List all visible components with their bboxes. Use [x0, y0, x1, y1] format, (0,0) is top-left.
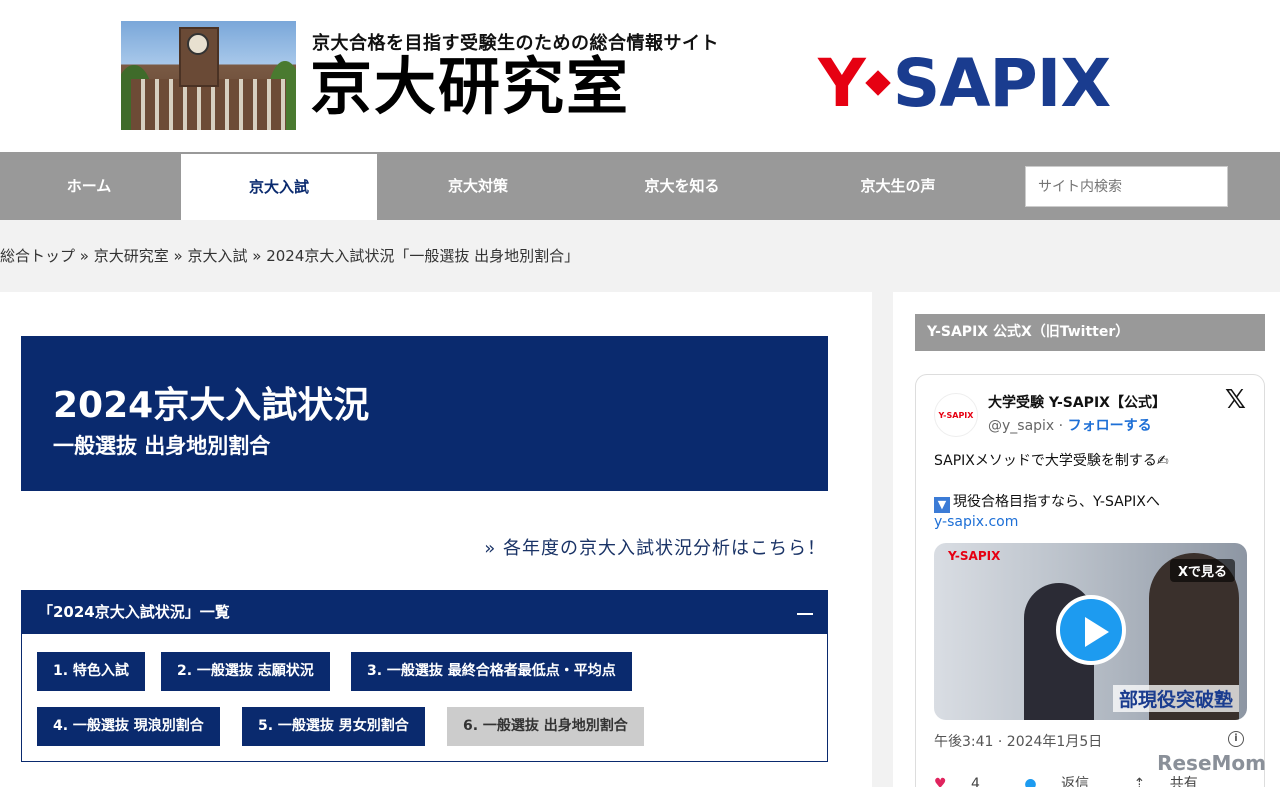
play-icon[interactable] — [1056, 595, 1126, 665]
info-icon[interactable]: i — [1228, 731, 1244, 747]
main-nav: ホーム 京大入試 京大対策 京大を知る 京大生の声 — [0, 152, 1280, 220]
heart-icon: ♥ — [934, 776, 947, 787]
nav-about[interactable]: 京大を知る — [584, 152, 780, 220]
video-brand-sapix: SAPIX — [959, 549, 1001, 563]
avatar[interactable]: Y-SAPIX — [934, 393, 978, 437]
tweet-text: SAPIXメソッドで大学受験を制する✍ — [934, 453, 1169, 469]
nav-strategy[interactable]: 京大対策 — [380, 152, 576, 220]
tweet-actions: ♥ 4 ● 返信 ⇡ 共有 — [934, 773, 1238, 787]
clock-icon — [187, 33, 209, 55]
view-on-x-button[interactable]: Xで見る — [1169, 559, 1235, 582]
tweet-timestamp[interactable]: 午後3:41 · 2024年1月5日 — [934, 731, 1102, 751]
toc-chip-5[interactable]: 5. 一般選抜 男女別割合 — [242, 707, 425, 746]
tweet-link[interactable]: y-sapix.com — [934, 514, 1018, 530]
site-search-input[interactable] — [1025, 166, 1228, 207]
share-icon: ⇡ — [1133, 776, 1146, 787]
toc-chip-2[interactable]: 2. 一般選抜 志願状況 — [161, 652, 330, 691]
reply-label: 返信 — [1061, 776, 1090, 787]
toc-box: 「2024京大入試状況」一覧 1. 特色入試 2. 一般選抜 志願状況 3. 一… — [21, 590, 828, 762]
breadcrumb-separator: » — [168, 247, 188, 265]
video-caption: 部現役突破塾 — [1112, 685, 1239, 712]
video-brand-y: Y- — [948, 549, 960, 563]
toc-chip-3[interactable]: 3. 一般選抜 最終合格者最低点・平均点 — [351, 652, 632, 691]
y-sapix-logo[interactable]: Y SAPIX — [818, 45, 1111, 122]
toc-chip-6-current: 6. 一般選抜 出身地別割合 — [447, 707, 644, 746]
tweet-line2: ▼ 現役合格目指すなら、Y-SAPIXへ — [934, 491, 1160, 513]
tweet-author-name[interactable]: 大学受験 Y-SAPIX【公式】 — [988, 392, 1166, 412]
nav-exam[interactable]: 京大入試 — [181, 154, 377, 220]
reply-icon: ● — [1024, 776, 1037, 787]
toc-chip-4[interactable]: 4. 一般選抜 現浪別割合 — [37, 707, 220, 746]
reply-button[interactable]: ● 返信 — [1024, 776, 1109, 787]
breadcrumb-top[interactable]: 総合トップ — [0, 247, 75, 265]
resemom-watermark: ReseMom — [1157, 751, 1266, 775]
breadcrumb: 総合トップ » 京大研究室 » 京大入試 » 2024京大入試状況「一般選抜 出… — [0, 220, 1280, 292]
sidebar-heading: Y-SAPIX 公式X（旧Twitter） — [915, 314, 1265, 351]
video-brand: Y-SAPIX — [948, 549, 1000, 563]
breadcrumb-exam[interactable]: 京大入試 — [187, 247, 247, 265]
breadcrumb-separator: » — [75, 247, 94, 265]
toc-heading[interactable]: 「2024京大入試状況」一覧 — [22, 591, 827, 634]
tweet-line2-text: 現役合格目指すなら、Y-SAPIXへ — [953, 494, 1160, 510]
page-title: 2024京大入試状況 — [53, 385, 370, 426]
breadcrumb-current: 2024京大入試状況「一般選抜 出身地別割合」 — [266, 247, 580, 265]
site-title[interactable]: 京大研究室 — [310, 52, 630, 122]
tweet-handle: @y_sapix · — [988, 418, 1068, 434]
x-logo-icon[interactable]: 𝕏 — [1225, 385, 1246, 415]
down-arrow-icon: ▼ — [934, 497, 950, 513]
clock-tower-image[interactable] — [121, 21, 296, 130]
toc-heading-label: 「2024京大入試状況」一覧 — [38, 603, 230, 621]
nav-home[interactable]: ホーム — [0, 152, 178, 220]
logo-sapix: SAPIX — [892, 45, 1111, 122]
logo-y: Y — [818, 45, 866, 122]
hero-banner: 2024京大入試状況 一般選抜 出身地別割合 — [21, 336, 828, 491]
follow-button[interactable]: フォローする — [1068, 418, 1152, 434]
sidebar: Y-SAPIX 公式X（旧Twitter） Y-SAPIX 大学受験 Y-SAP… — [893, 292, 1280, 787]
embedded-tweet[interactable]: Y-SAPIX 大学受験 Y-SAPIX【公式】 @y_sapix · フォロー… — [915, 374, 1265, 787]
collapse-icon[interactable] — [795, 591, 815, 634]
toc-chip-1[interactable]: 1. 特色入試 — [37, 652, 145, 691]
nav-voices[interactable]: 京大生の声 — [800, 152, 996, 220]
logo-diamond-icon — [865, 70, 891, 96]
breadcrumb-lab[interactable]: 京大研究室 — [94, 247, 169, 265]
like-button[interactable]: ♥ 4 — [934, 776, 1000, 787]
page-subtitle: 一般選抜 出身地別割合 — [53, 434, 271, 458]
site-header: 京大合格を目指す受験生のための総合情報サイト 京大研究室 Y SAPIX — [0, 0, 1280, 152]
share-label: 共有 — [1169, 776, 1198, 787]
share-button[interactable]: ⇡ 共有 — [1134, 776, 1218, 787]
like-count: 4 — [971, 776, 980, 787]
breadcrumb-separator: » — [247, 247, 267, 265]
main-content: 2024京大入試状況 一般選抜 出身地別割合 » 各年度の京大入試状況分析はこち… — [0, 292, 872, 787]
tweet-handle-row: @y_sapix · フォローする — [988, 415, 1152, 435]
yearly-analysis-link[interactable]: » 各年度の京大入試状況分析はこちら！ — [484, 534, 826, 560]
tweet-video[interactable]: Y-SAPIX Xで見る 部現役突破塾 — [934, 543, 1247, 720]
